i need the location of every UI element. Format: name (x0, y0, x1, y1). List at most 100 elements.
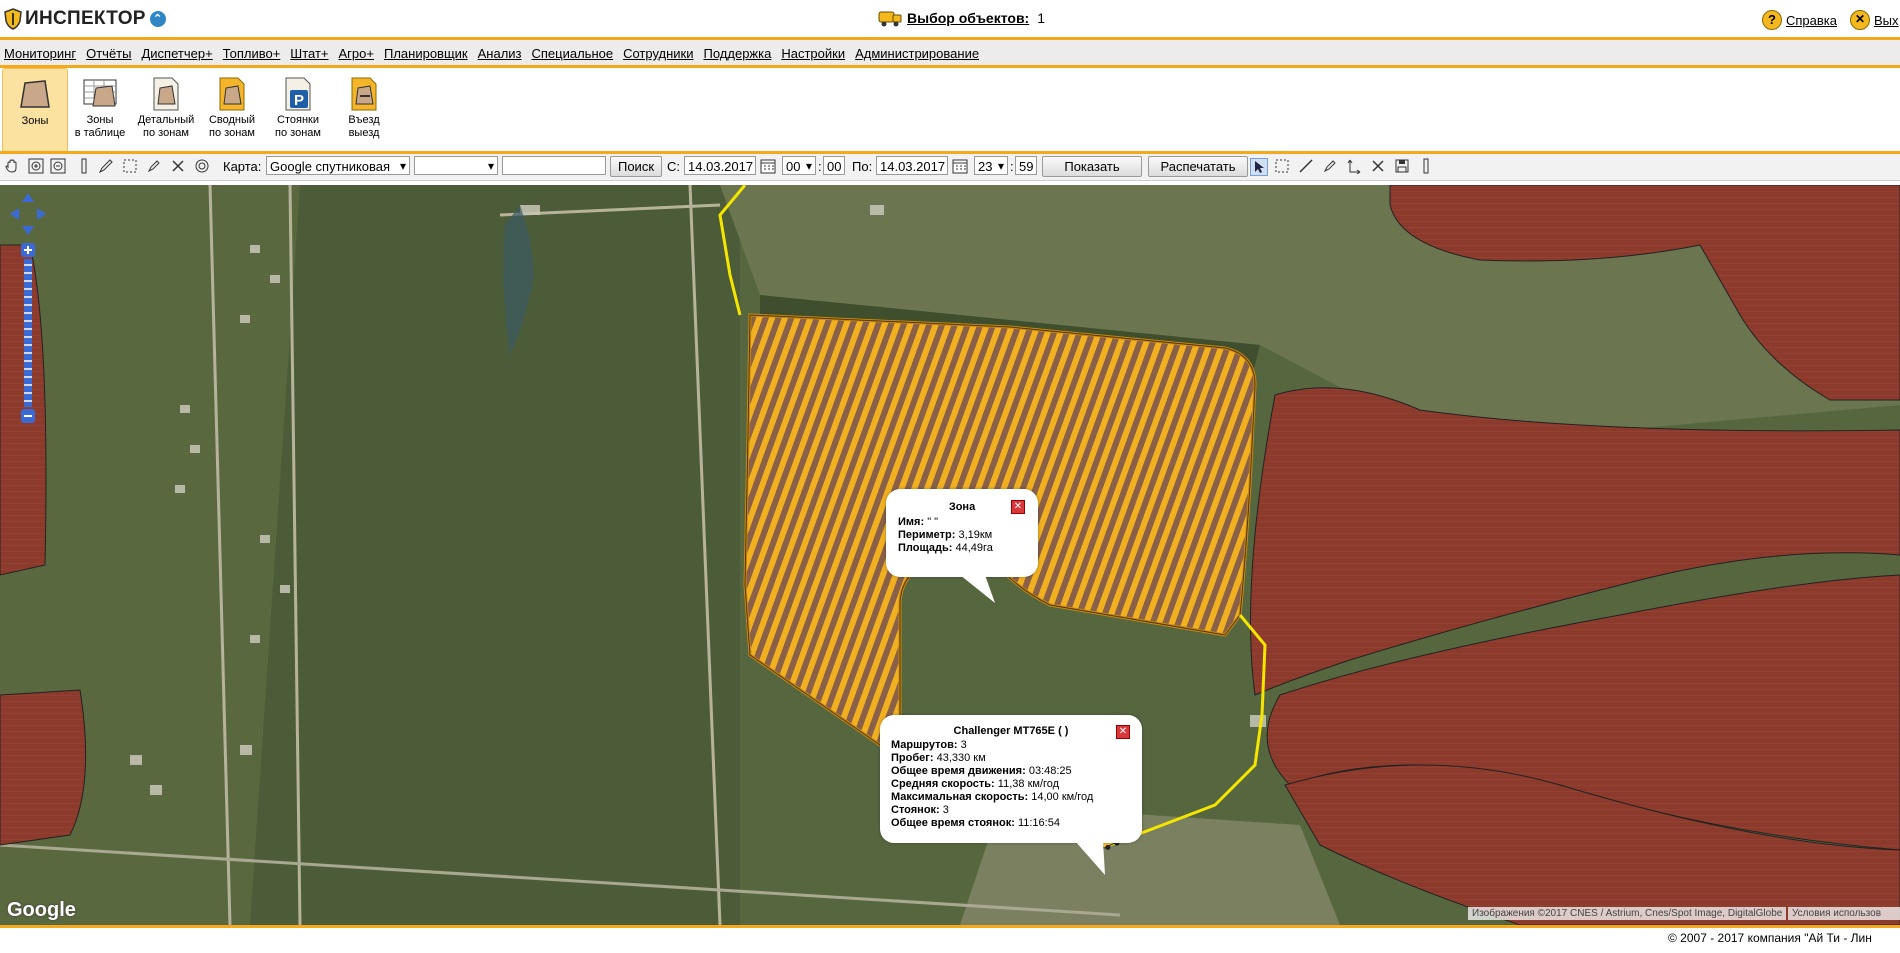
pan-right-icon[interactable] (37, 208, 46, 220)
zone-popup: Зона ✕ Имя: " " Периметр: 3,19км Площадь… (886, 489, 1038, 577)
to-minute-value: 59 (1019, 159, 1034, 174)
move-icon[interactable] (1346, 158, 1362, 174)
copyright: © 2007 - 2017 компания "Ай Ти - Лин (1668, 931, 1872, 945)
footer: © 2007 - 2017 компания "Ай Ти - Лин (0, 925, 1900, 953)
ruler-icon[interactable] (76, 158, 92, 174)
menu-item-monitoring[interactable]: Мониторинг (4, 46, 76, 61)
calendar-icon[interactable] (760, 158, 776, 174)
vehicle-stat-row: Пробег: 43,330 км (891, 752, 1142, 765)
header: ИНСПЕКТОР ⌃ Выбор объектов: 1 ? Справка … (0, 0, 1900, 40)
time-separator: : (1010, 159, 1014, 174)
menu-item-employees[interactable]: Сотрудники (623, 46, 693, 61)
delete-icon[interactable] (1370, 158, 1386, 174)
from-hour-select[interactable]: 00 (782, 156, 816, 176)
show-button[interactable]: Показать (1042, 156, 1142, 177)
zone-area-value: 44,49га (955, 542, 993, 554)
search-button[interactable]: Поиск (610, 156, 662, 177)
zone-perimeter-row: Периметр: 3,19км (898, 529, 1038, 542)
footer-divider (0, 925, 1900, 928)
vehicle-stat-value: 14,00 км/год (1031, 791, 1094, 803)
from-date-input[interactable]: 14.03.2017 (684, 156, 756, 175)
menu-item-settings[interactable]: Настройки (781, 46, 845, 61)
vehicle-stat-value: 11,38 км/год (997, 778, 1060, 790)
ribbon-tool-label: Зоны (21, 115, 49, 127)
edit-icon[interactable] (146, 158, 162, 174)
menu-item-reports[interactable]: Отчёты (86, 46, 131, 61)
map-view[interactable]: Google Изображения ©2017 CNES / Astrium,… (0, 185, 1900, 925)
pointer-icon[interactable] (1250, 158, 1268, 176)
target-icon[interactable] (194, 158, 210, 174)
object-selection-label[interactable]: Выбор объектов: (907, 10, 1029, 26)
exit-link[interactable]: ✕ Вых (1850, 10, 1899, 30)
print-button[interactable]: Распечатать (1148, 156, 1248, 177)
pan-hand-icon[interactable] (4, 158, 20, 174)
ribbon-tool-parking-by-zones[interactable]: P Стоянки по зонам (266, 68, 330, 151)
edit-icon[interactable] (1322, 158, 1338, 174)
ribbon-tool-entry-exit[interactable]: Въезд выезд (332, 68, 396, 151)
zoom-in-icon[interactable] (28, 158, 44, 174)
zone-table-icon (83, 79, 117, 107)
to-date-value: 14.03.2017 (880, 159, 946, 174)
help-link[interactable]: ? Справка (1762, 10, 1837, 30)
menu-item-agro[interactable]: Агро+ (339, 46, 374, 61)
menu-item-administration[interactable]: Администрирование (855, 46, 979, 61)
object-selection[interactable]: Выбор объектов: 1 (878, 9, 1045, 27)
ribbon-tool-detail-by-zones[interactable]: Детальный по зонам (134, 68, 198, 151)
save-icon[interactable] (1394, 158, 1410, 174)
ribbon-tool-label: Детальный по зонам (137, 114, 195, 139)
close-icon[interactable]: ✕ (1116, 725, 1130, 739)
zone-icon (20, 80, 50, 108)
pan-left-icon[interactable] (10, 208, 19, 220)
close-icon[interactable]: ✕ (1011, 500, 1025, 514)
map-toolbar: Карта: Google спутниковая Поиск С: 14.03… (0, 154, 1900, 181)
vehicle-stat-value: 03:48:25 (1028, 765, 1072, 777)
parking-icon: P (285, 77, 311, 111)
help-label[interactable]: Справка (1786, 13, 1837, 28)
entry-exit-icon (351, 77, 377, 111)
map-type-select[interactable]: Google спутниковая (266, 156, 410, 176)
vehicle-stat-row: Общее время стоянок: 11:16:54 (891, 817, 1142, 830)
menu-item-fuel[interactable]: Топливо+ (223, 46, 281, 61)
select-rect-icon[interactable] (122, 158, 138, 174)
layer-select[interactable] (414, 156, 498, 176)
menu-item-support[interactable]: Поддержка (704, 46, 772, 61)
ruler-icon[interactable] (1418, 158, 1434, 174)
terms-link[interactable]: Условия использов (1788, 907, 1900, 920)
logo[interactable]: ИНСПЕКТОР ⌃ (4, 8, 166, 30)
vehicle-stat-label: Общее время движения: (891, 765, 1026, 777)
select-rect-icon[interactable] (1274, 158, 1290, 174)
to-minute-input[interactable]: 59 (1015, 156, 1037, 175)
ribbon-tool-zones-table[interactable]: Зоны в таблице (68, 68, 132, 151)
calendar-icon[interactable] (952, 158, 968, 174)
menu-item-analysis[interactable]: Анализ (478, 46, 522, 61)
menu-item-special[interactable]: Специальное (532, 46, 614, 61)
ribbon-tool-summary-by-zones[interactable]: Сводный по зонам (200, 68, 264, 151)
menu-item-staff[interactable]: Штат+ (290, 46, 328, 61)
pan-down-icon[interactable] (22, 226, 34, 235)
pencil-icon[interactable] (98, 158, 114, 174)
main-menu: Мониторинг Отчёты Диспетчер+ Топливо+ Шт… (0, 40, 1900, 68)
zoom-out-icon[interactable] (50, 158, 66, 174)
delete-icon[interactable] (170, 158, 186, 174)
to-hour-value: 23 (978, 159, 993, 174)
ribbon-tool-zones[interactable]: Зоны (2, 68, 68, 153)
from-minute-input[interactable]: 00 (823, 156, 845, 175)
search-input[interactable] (502, 156, 606, 175)
zone-area-row: Площадь: 44,49га (898, 542, 1038, 555)
map-label: Карта: (223, 159, 262, 174)
svg-text:P: P (294, 92, 304, 109)
zoom-slider[interactable] (10, 193, 46, 433)
pan-up-icon[interactable] (22, 193, 34, 202)
to-date-input[interactable]: 14.03.2017 (876, 156, 948, 175)
menu-item-planner[interactable]: Планировщик (384, 46, 468, 61)
vehicle-stat-value: 43,330 км (936, 752, 986, 764)
exit-label[interactable]: Вых (1874, 13, 1899, 28)
line-icon[interactable] (1298, 158, 1314, 174)
to-hour-select[interactable]: 23 (974, 156, 1008, 176)
collapse-icon[interactable]: ⌃ (149, 11, 166, 27)
ribbon-tool-label: Сводный по зонам (208, 114, 256, 139)
zone-area-label: Площадь: (898, 542, 953, 554)
vehicle-stat-value: 11:16:54 (1017, 817, 1060, 829)
menu-item-dispatcher[interactable]: Диспетчер+ (141, 46, 212, 61)
map-type-value: Google спутниковая (270, 159, 391, 174)
